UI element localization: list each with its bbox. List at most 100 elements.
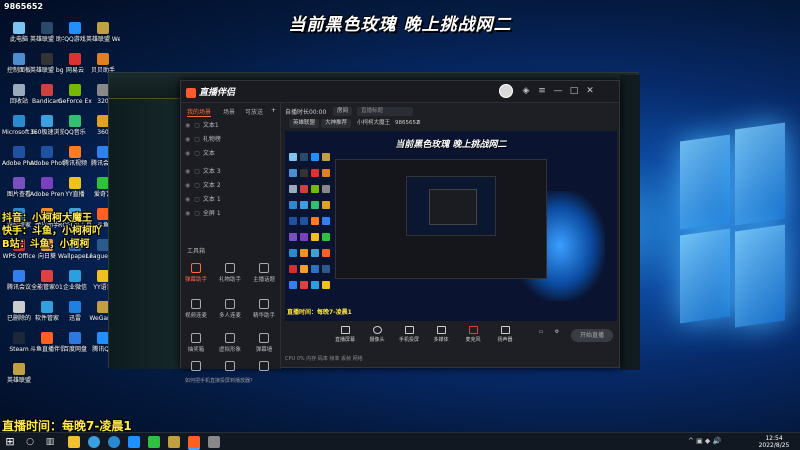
- tool-topic[interactable]: 主播话题: [251, 263, 277, 283]
- app-icon: [41, 84, 53, 96]
- speaker-icon: [500, 326, 510, 334]
- room-button[interactable]: 房间: [333, 107, 353, 116]
- preview-mini-icon: [300, 153, 308, 161]
- app-icon[interactable]: [208, 436, 220, 448]
- live-streaming-app-window[interactable]: 直播伴侣 ◈ ≡ — □ ✕ 我的场景 场景 可放送 + ◉ ▢ 文本1 ◉ ▢ 礼物榜…: [180, 80, 620, 384]
- desktop-icon[interactable]: 贝贝助手: [86, 53, 120, 74]
- start-icon[interactable]: ⊞: [4, 436, 16, 448]
- eye-icon[interactable]: ◉: [185, 196, 190, 203]
- tool-danmaku[interactable]: 弹幕助手: [183, 263, 209, 283]
- speaker-button[interactable]: 扬声器: [493, 326, 517, 343]
- menu-icon[interactable]: ≡: [537, 86, 547, 96]
- stream-title-input[interactable]: 直播标题: [357, 107, 413, 116]
- layer-item[interactable]: ◉ ▢ 文本 3: [185, 167, 277, 177]
- stream-preview[interactable]: 当前黑色玫瑰 晚上挑战网二 直播时间：每晚7-凌晨1: [285, 131, 617, 321]
- tool-danmaku-wall[interactable]: 弹幕墙: [251, 333, 277, 353]
- clock-time: 12:54: [765, 435, 783, 442]
- app-icon: [69, 53, 81, 65]
- tool-gift[interactable]: 礼物助手: [217, 263, 243, 283]
- wechat-icon[interactable]: [148, 436, 160, 448]
- more-icon: [259, 361, 269, 371]
- tool-lottery[interactable]: 抽奖箱: [183, 333, 209, 353]
- tool-multi-link[interactable]: 多人连麦: [217, 299, 243, 319]
- desktop-icon-label: QQ音乐: [64, 129, 86, 136]
- camera-button[interactable]: 摄像头: [365, 326, 389, 343]
- desktop-icon-label: 英雄联盟: [6, 377, 31, 384]
- eye-icon[interactable]: ◉: [185, 122, 190, 129]
- media-button[interactable]: 多媒体: [429, 326, 453, 343]
- start-live-button[interactable]: 开始直播: [571, 329, 613, 342]
- settings-icon[interactable]: ⚙: [545, 329, 569, 335]
- file-explorer-icon[interactable]: [68, 436, 80, 448]
- clock[interactable]: 12:54 2022/8/25: [754, 435, 794, 449]
- skin-icon[interactable]: ◈: [521, 86, 531, 96]
- windows-logo-wallpaper: [640, 108, 790, 358]
- lock-icon[interactable]: ▢: [194, 150, 200, 157]
- user-avatar[interactable]: [499, 84, 513, 98]
- layer-item[interactable]: ◉ ▢ 礼物榜: [185, 135, 277, 145]
- danmaku-icon: [191, 263, 201, 273]
- tool-more[interactable]: [217, 361, 243, 373]
- tab-scene[interactable]: 场景: [223, 107, 235, 116]
- minimize-icon[interactable]: —: [553, 86, 563, 96]
- layer-item[interactable]: ◉ ▢ 文本 1: [185, 195, 277, 205]
- lock-icon[interactable]: ▢: [194, 168, 200, 175]
- eye-icon[interactable]: ◉: [185, 136, 190, 143]
- desktop-icon-label: QQ游戏: [64, 36, 86, 43]
- tab-my-scene[interactable]: 我的场景: [187, 107, 212, 117]
- qq-icon[interactable]: [128, 436, 140, 448]
- eye-icon[interactable]: ◉: [185, 182, 190, 189]
- tool-avatar[interactable]: 虚拟形象: [217, 333, 243, 353]
- preview-mini-icon: [289, 233, 297, 241]
- tool-highlight[interactable]: 精华助手: [251, 299, 277, 319]
- live-tool-icon[interactable]: [188, 436, 200, 448]
- close-icon[interactable]: ✕: [585, 86, 595, 96]
- maximize-icon[interactable]: □: [569, 86, 579, 96]
- rank-tag[interactable]: 大神推荐: [321, 119, 352, 128]
- league-icon[interactable]: [168, 436, 180, 448]
- eye-icon[interactable]: ◉: [185, 168, 190, 175]
- preview-mini-icon: [322, 281, 330, 289]
- nested-app-window: [335, 159, 547, 279]
- tool-more[interactable]: [183, 361, 209, 373]
- lock-icon[interactable]: ▢: [194, 210, 200, 217]
- layer-item[interactable]: ◉ ▢ 文本: [185, 149, 277, 159]
- help-tip[interactable]: 如何把手机直接投屏到播放器？: [185, 377, 277, 384]
- promo-overlay: 抖音：小柯柯大魔王 快手：斗鱼，小柯柯吖 B站：斗鱼，小柯柯: [2, 212, 102, 251]
- edge-icon[interactable]: [108, 436, 120, 448]
- desktop-icon[interactable]: 英雄联盟: [2, 363, 36, 384]
- tool-video-link[interactable]: 视频连麦: [183, 299, 209, 319]
- eye-icon[interactable]: ◉: [185, 150, 190, 157]
- desktop-icon-label: 回收站: [9, 98, 28, 105]
- preview-mini-icon: [322, 201, 330, 209]
- chrome-icon[interactable]: [88, 436, 100, 448]
- layer-item[interactable]: ◉ ▢ 全屏 1: [185, 209, 277, 219]
- lock-icon[interactable]: ▢: [194, 196, 200, 203]
- system-tray[interactable]: ^ ▣ ◆ 🔊: [688, 437, 721, 445]
- category-tag[interactable]: 英雄联盟: [289, 119, 320, 128]
- app-name: 直播伴侣: [199, 88, 236, 98]
- tab-broadcast[interactable]: 可放送: [245, 107, 263, 116]
- phone-icon: [404, 326, 414, 334]
- lock-icon[interactable]: ▢: [194, 136, 200, 143]
- desktop-icon-label: 此电脑: [9, 36, 28, 43]
- eye-icon[interactable]: ◉: [185, 210, 190, 217]
- app-icon: [13, 301, 25, 313]
- play-icon: [436, 326, 446, 334]
- desktop-icon-label: 腾讯视频: [62, 160, 87, 167]
- lock-icon[interactable]: ▢: [194, 182, 200, 189]
- video-link-icon: [191, 299, 201, 309]
- add-scene-icon[interactable]: +: [271, 107, 276, 114]
- layer-item[interactable]: ◉ ▢ 文本 2: [185, 181, 277, 191]
- tool-more[interactable]: [251, 361, 277, 373]
- layer-item[interactable]: ◉ ▢ 文本1: [185, 121, 277, 131]
- task-view-icon[interactable]: ▥: [44, 436, 56, 448]
- app-icon: [13, 84, 25, 96]
- desktop-icon-label: 腾讯会议: [6, 284, 31, 291]
- phone-cast-button[interactable]: 手机投屏: [397, 326, 421, 343]
- lock-icon[interactable]: ▢: [194, 122, 200, 129]
- search-icon[interactable]: ○: [24, 436, 36, 448]
- microphone-button[interactable]: 麦克风: [461, 326, 485, 343]
- screen-capture-button[interactable]: 直播屏幕: [333, 326, 357, 343]
- preview-mini-icon: [289, 281, 297, 289]
